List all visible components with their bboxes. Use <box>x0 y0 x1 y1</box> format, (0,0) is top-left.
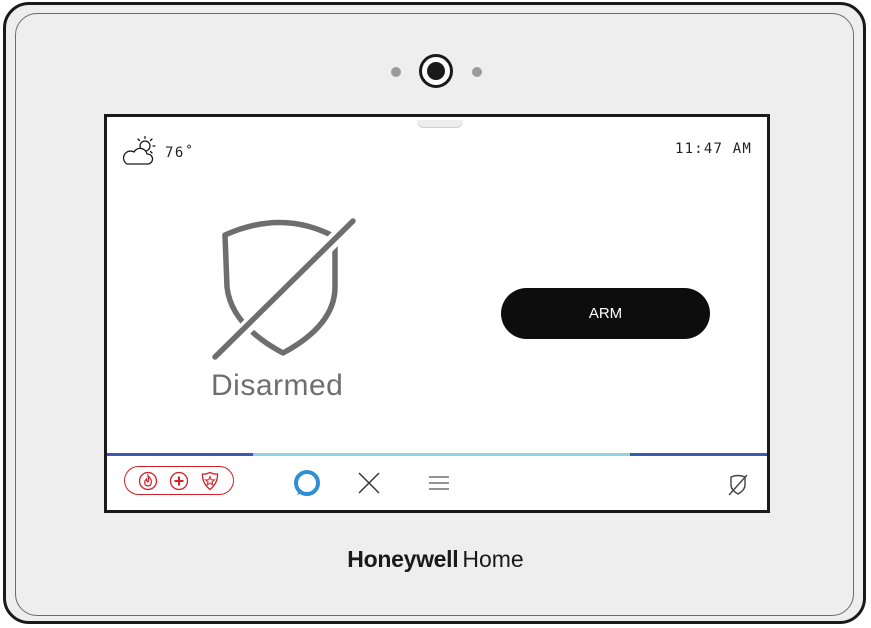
tools-x-icon[interactable] <box>355 469 383 497</box>
weather-widget[interactable]: 76˚ <box>121 135 195 167</box>
police-icon[interactable] <box>200 471 220 491</box>
ambient-sensor-left <box>391 67 401 77</box>
camera-lens <box>419 54 453 88</box>
medical-icon[interactable] <box>169 471 189 491</box>
disarmed-status-icon[interactable] <box>727 474 749 496</box>
shield-disarmed-icon <box>211 217 359 368</box>
clock-time: 11:47 AM <box>674 141 752 157</box>
brand-name-light: Home <box>462 546 524 572</box>
status-divider-bar <box>107 453 767 456</box>
brand-logo: Honeywell Home <box>0 546 871 573</box>
pull-down-tab[interactable] <box>417 120 463 128</box>
ambient-sensor-right <box>472 67 482 77</box>
security-status-label: Disarmed <box>211 369 344 402</box>
arm-button[interactable]: ARM <box>501 288 710 339</box>
partly-cloudy-icon <box>121 135 159 167</box>
temperature: 76˚ <box>165 145 195 161</box>
emergency-panel <box>124 466 234 495</box>
brand-name-bold: Honeywell <box>347 546 459 572</box>
menu-icon[interactable] <box>425 469 453 497</box>
touch-screen: 76˚ 11:47 AM Disarmed ARM <box>104 114 770 513</box>
alexa-ring-icon[interactable] <box>293 469 321 497</box>
fire-icon[interactable] <box>138 471 158 491</box>
